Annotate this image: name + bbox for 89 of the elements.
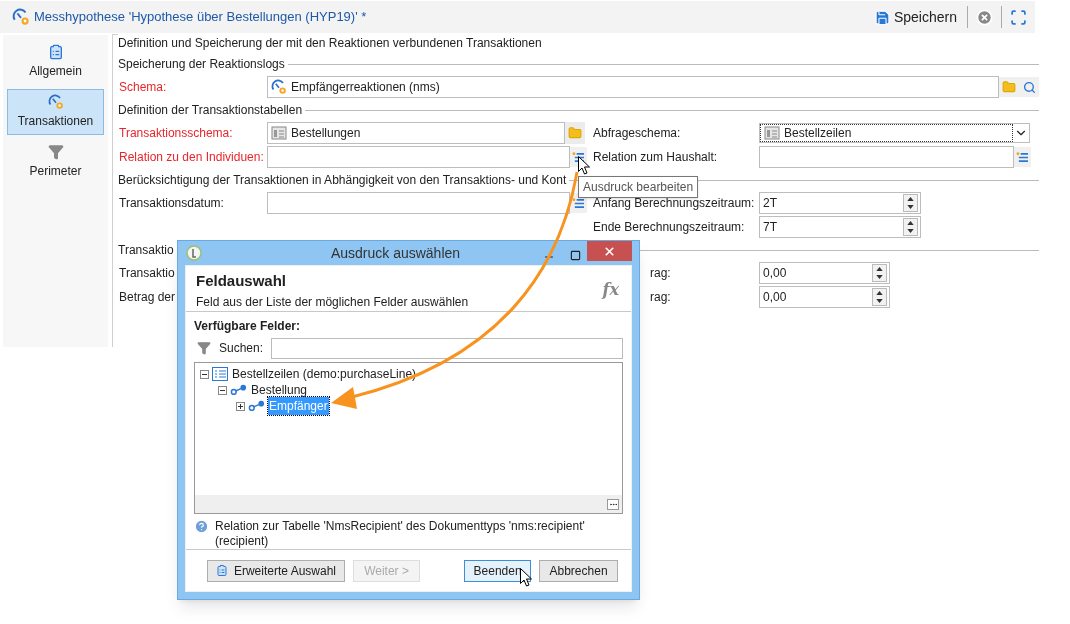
- help-text: Relation zur Tabelle 'NmsRecipient' des Dokumenttyps 'nms:recipient' (recipient): [215, 519, 586, 549]
- tooltip: Ausdruck bearbeiten: [578, 176, 699, 198]
- expander-icon[interactable]: [218, 385, 227, 395]
- down-arrow-icon: [876, 299, 883, 303]
- fields-label: Verfügbare Felder:: [194, 318, 302, 335]
- sidebar-item[interactable]: Perimeter: [7, 139, 104, 185]
- filter-icon: [197, 341, 211, 355]
- number-field[interactable]: 2T: [759, 192, 921, 214]
- expression-icon: [572, 197, 585, 209]
- dialog-title: Ausdruck auswählen: [329, 243, 462, 263]
- field-label: Transaktionsschema:: [119, 125, 233, 142]
- down-arrow-icon: [907, 205, 914, 209]
- up-arrow-icon: [876, 291, 883, 295]
- dialog-subheading: Feld aus der Liste der möglichen Felder auswählen: [196, 293, 470, 311]
- expression-icon: [1016, 151, 1029, 163]
- dialog-button[interactable]: Erweiterte Auswahl: [207, 559, 345, 582]
- field-label: Transaktio: [119, 265, 175, 282]
- field-label: Relation zum Haushalt:: [593, 149, 718, 166]
- expression-field[interactable]: [267, 192, 570, 214]
- search-button[interactable]: [1019, 77, 1039, 97]
- schema-icon: [271, 79, 287, 95]
- field-label: Ende Berechnungszeitraum:: [593, 219, 745, 236]
- mouse-pointer-icon: [520, 568, 532, 587]
- number-field[interactable]: 7T: [759, 216, 921, 238]
- up-arrow-icon: [907, 197, 914, 201]
- expression-field[interactable]: [759, 146, 1014, 168]
- save-icon: [873, 8, 891, 26]
- down-arrow-icon: [876, 275, 883, 279]
- section-title: Transaktio: [118, 242, 174, 259]
- sidebar-item[interactable]: Transaktionen: [7, 89, 104, 135]
- link-icon: [230, 384, 247, 396]
- clipboard-icon: [47, 44, 64, 60]
- up-arrow-icon: [907, 221, 914, 225]
- save-button[interactable]: Speichern: [871, 6, 959, 28]
- field-label: Schema:: [119, 79, 167, 96]
- schema-field[interactable]: Bestellungen: [267, 122, 565, 144]
- formula-icon: fx: [602, 278, 619, 302]
- tree-item[interactable]: Bestellzeilen (demo:purchaseLine): [231, 365, 418, 383]
- spin-buttons[interactable]: [872, 264, 887, 282]
- number-field[interactable]: 0,00: [759, 262, 890, 284]
- link-icon: [248, 400, 265, 412]
- down-arrow-icon: [907, 229, 914, 233]
- field-label: rag:: [650, 289, 671, 306]
- table-icon: [764, 125, 780, 141]
- close-icon[interactable]: [976, 8, 993, 26]
- number-field[interactable]: 0,00: [759, 286, 890, 308]
- expander-icon[interactable]: [236, 401, 245, 411]
- spin-buttons[interactable]: [872, 288, 887, 306]
- list-icon: [212, 367, 228, 381]
- app-icon: [186, 245, 202, 261]
- filter-icon: [47, 144, 64, 160]
- window-title: Messhypothese 'Hypothese über Bestellungen (HYP19)' *: [34, 8, 367, 27]
- group-title: Definition und Speicherung der mit den Reaktionen verbundenen Transaktionen: [118, 35, 542, 52]
- expression-field[interactable]: [267, 146, 570, 168]
- search-field[interactable]: [271, 337, 623, 359]
- field-label: Betrag der: [119, 289, 176, 306]
- tree-item[interactable]: Bestellung: [250, 381, 309, 399]
- clipboard-icon: [216, 563, 228, 578]
- dialog-heading: Feldauswahl: [196, 271, 287, 291]
- folder-icon: [568, 126, 582, 140]
- table-icon: [271, 125, 287, 141]
- section-title: Berücksichtigung der Transaktionen in Abhängigkeit von den Transaktions- und Kont: [118, 172, 567, 189]
- edit-expression-button[interactable]: [1014, 147, 1031, 167]
- section-title: Definition der Transaktionstabellen: [118, 102, 303, 119]
- maximize-icon[interactable]: [570, 250, 581, 261]
- field-label: Anfang Berechnungszeitraum:: [593, 195, 755, 212]
- section-title: Speicherung der Reaktionslogs: [118, 56, 285, 73]
- dialog-button[interactable]: Abbrechen: [539, 559, 618, 582]
- search-label: Suchen:: [219, 340, 264, 357]
- schema-field[interactable]: Empfängerreaktionen (nms): [267, 76, 999, 98]
- fullscreen-icon[interactable]: [1010, 8, 1027, 26]
- search-icon: [1022, 80, 1036, 94]
- folder-icon: [1002, 80, 1016, 94]
- expander-icon[interactable]: [200, 369, 209, 379]
- schema-dropdown[interactable]: Bestellzeilen: [759, 123, 1030, 143]
- sidebar-item[interactable]: Allgemein: [7, 39, 104, 85]
- spin-buttons[interactable]: [903, 194, 918, 212]
- up-arrow-icon: [876, 267, 883, 271]
- field-label: Transaktionsdatum:: [119, 195, 224, 212]
- gauge-icon: [47, 94, 64, 110]
- hypothesis-icon: [12, 8, 30, 26]
- close-icon: [603, 244, 616, 258]
- field-label: Relation zu den Individuen:: [119, 149, 264, 166]
- spin-buttons[interactable]: [903, 218, 918, 236]
- help-icon: [194, 519, 209, 534]
- more-button[interactable]: [607, 498, 619, 510]
- field-label: Abfrageschema:: [593, 125, 681, 142]
- field-label: rag:: [650, 265, 671, 282]
- close-button[interactable]: [587, 241, 632, 261]
